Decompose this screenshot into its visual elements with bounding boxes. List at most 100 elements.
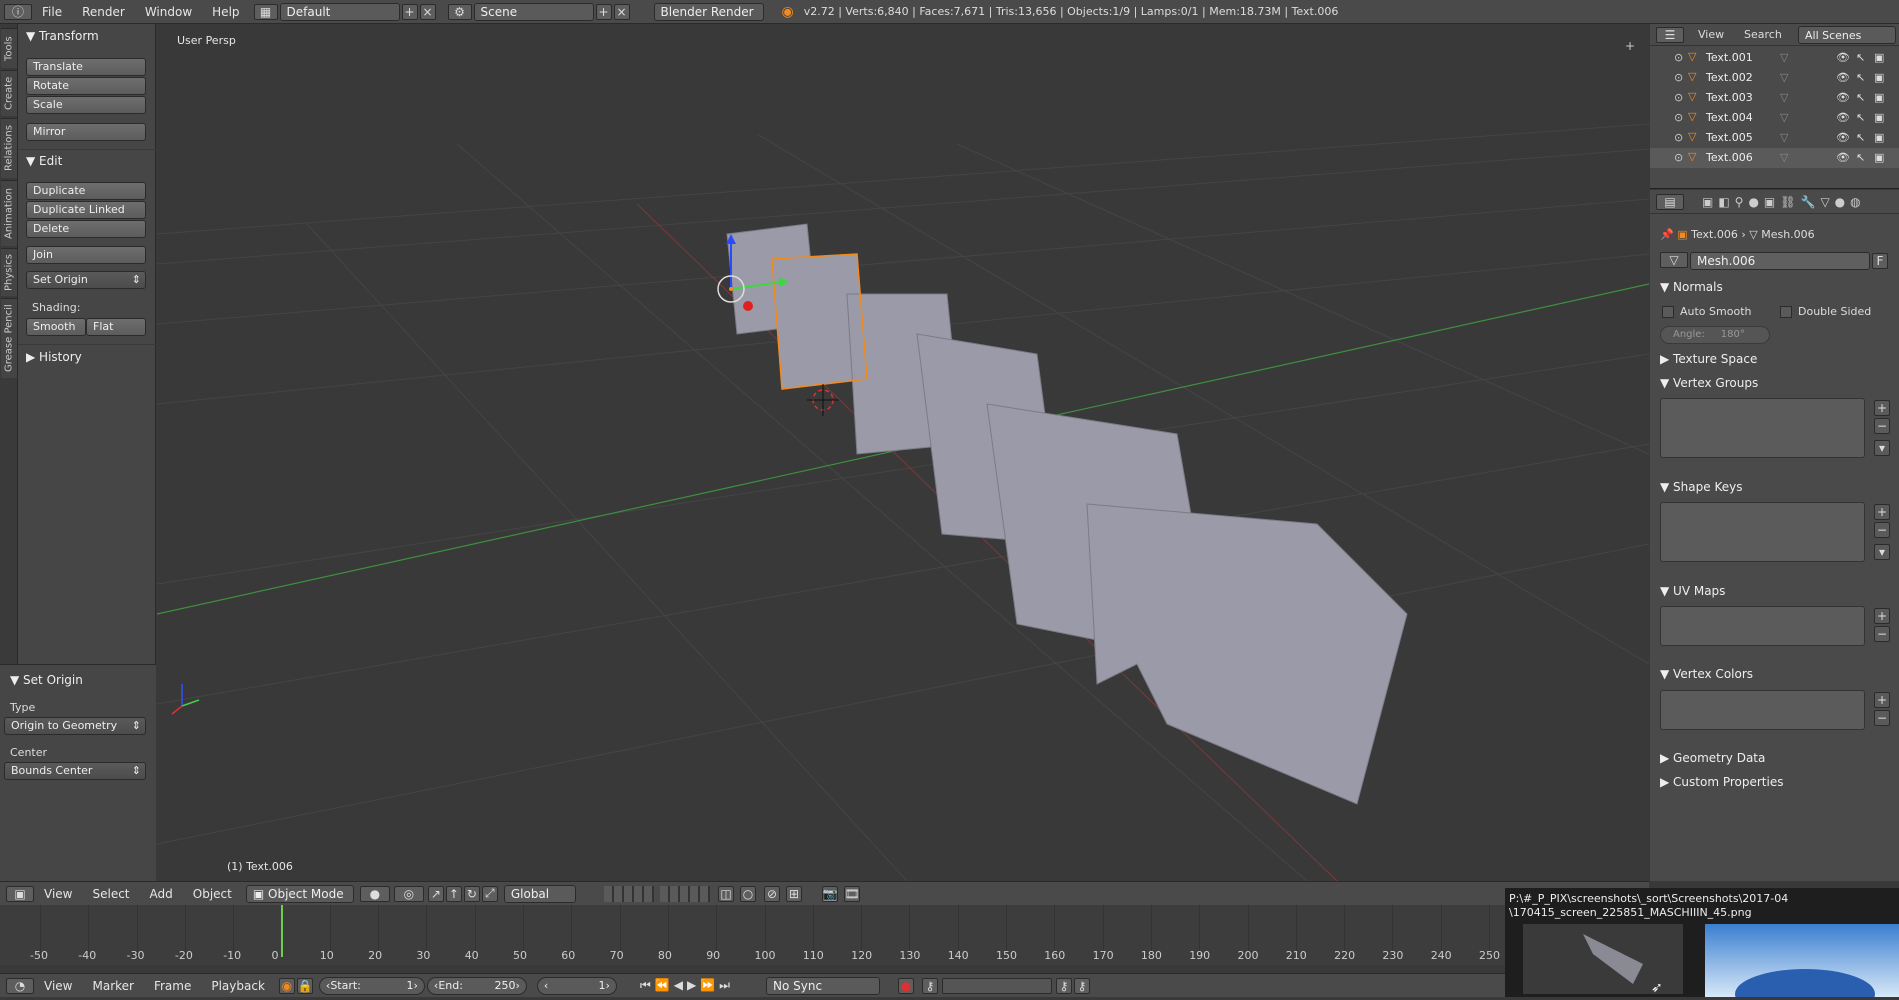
panel-transform-header[interactable]: ▼ Transform [26, 29, 99, 43]
panel-uv-maps-header[interactable]: ▼ UV Maps [1660, 584, 1725, 598]
smooth-button[interactable]: Smooth [26, 318, 86, 336]
mode-select[interactable]: ▣ Object Mode [245, 884, 354, 903]
outliner-menu-search[interactable]: Search [1744, 28, 1782, 41]
expand-icon[interactable]: ⊙ [1674, 131, 1683, 144]
render-camera-icon[interactable]: ▣ [1874, 71, 1884, 84]
current-frame-field[interactable]: ‹ 1 › [536, 976, 617, 995]
remove-layout-icon[interactable]: × [419, 3, 436, 20]
start-frame-field[interactable]: ‹ Start: 1 › [318, 976, 425, 995]
timeline-menu-playback[interactable]: Playback [201, 979, 275, 993]
expand-icon[interactable]: ⊙ [1674, 91, 1683, 104]
rotate-gizmo-icon[interactable]: ↻ [463, 885, 480, 902]
viewport-menu-select[interactable]: Select [82, 887, 139, 901]
outliner-row[interactable]: ⊙ ▽ Text.004 ▽ 👁 ↖ ▣ [1650, 108, 1899, 128]
3d-viewport[interactable]: + User Persp (1) Text.006 [157, 24, 1649, 881]
menu-render[interactable]: Render [72, 5, 135, 19]
mesh-name-field[interactable]: Mesh.006 [1690, 252, 1870, 270]
render-camera-icon[interactable]: ▣ [1874, 91, 1884, 104]
origin-type-select[interactable]: Origin to Geometry ⇕ [4, 717, 146, 735]
outliner-row[interactable]: ⊙ ▽ Text.002 ▽ 👁 ↖ ▣ [1650, 68, 1899, 88]
expand-icon[interactable]: ⊙ [1674, 71, 1683, 84]
tab-grease-pencil[interactable]: Grease Pencil [1, 298, 17, 378]
vertex-group-specials-icon[interactable]: ▾ [1874, 440, 1890, 456]
outliner-row[interactable]: ⊙ ▽ Text.006 ▽ 👁 ↖ ▣ [1650, 148, 1899, 168]
flat-button[interactable]: Flat [86, 318, 146, 336]
viewport-menu-object[interactable]: Object [183, 887, 242, 901]
double-sided-checkbox[interactable] [1780, 306, 1792, 318]
visibility-eye-icon[interactable]: 👁 [1836, 91, 1850, 104]
timeline-editor-icon[interactable]: ◔ [6, 977, 34, 994]
scale-button[interactable]: Scale [26, 96, 146, 114]
record-icon[interactable]: ● [898, 978, 914, 994]
render-camera-icon[interactable]: ▣ [1874, 131, 1884, 144]
select-arrow-icon[interactable]: ↖ [1856, 91, 1865, 104]
panel-shape-keys-header[interactable]: ▼ Shape Keys [1660, 480, 1742, 494]
timeline[interactable]: -50 -40 -30 -20 -10 0 10 20 30 40 50 60 70 80 90 100 110… [0, 905, 1505, 965]
add-scene-icon[interactable]: + [595, 3, 612, 20]
layers-grid[interactable] [604, 886, 654, 902]
add-layout-icon[interactable]: + [401, 3, 418, 20]
end-frame-field[interactable]: ‹ End: 250 › [426, 976, 527, 995]
tab-animation[interactable]: Animation [1, 180, 17, 246]
delete-button[interactable]: Delete [26, 220, 146, 238]
panel-normals-header[interactable]: ▼ Normals [1660, 280, 1723, 294]
add-vertex-group-icon[interactable]: + [1874, 400, 1890, 416]
properties-editor-icon[interactable]: ▤ [1656, 194, 1684, 210]
outliner-editor-icon[interactable]: ☰ [1656, 27, 1684, 43]
shape-key-specials-icon[interactable]: ▾ [1874, 544, 1890, 560]
render-camera-icon[interactable]: ▣ [1874, 51, 1884, 64]
lock-icon[interactable]: 🔒 [296, 977, 313, 994]
expand-icon[interactable]: ⊙ [1674, 51, 1683, 64]
render-icon[interactable]: 📷 [822, 886, 838, 902]
menu-window[interactable]: Window [135, 5, 202, 19]
set-origin-panel-header[interactable]: ▼ Set Origin [10, 673, 83, 687]
viewport-menu-view[interactable]: View [34, 887, 82, 901]
manipulator-icon[interactable]: ↗ [427, 885, 444, 902]
add-shape-key-icon[interactable]: + [1874, 504, 1890, 520]
preview-range-icon[interactable]: ◉ [278, 977, 295, 994]
auto-smooth-checkbox[interactable] [1662, 306, 1674, 318]
expand-icon[interactable]: ⊙ [1674, 111, 1683, 124]
mesh-browse-icon[interactable]: ▽ [1660, 252, 1688, 268]
menu-file[interactable]: File [32, 5, 72, 19]
visibility-eye-icon[interactable]: 👁 [1836, 71, 1850, 84]
panel-geometry-data-header[interactable]: ▶ Geometry Data [1660, 751, 1765, 765]
translate-button[interactable]: Translate [26, 58, 146, 76]
add-vertex-color-icon[interactable]: + [1874, 692, 1890, 708]
proportional-edit-icon[interactable]: ○ [740, 886, 756, 902]
orientation-select[interactable]: Global [503, 884, 576, 903]
add-uv-map-icon[interactable]: + [1874, 608, 1890, 624]
vertex-groups-list[interactable] [1660, 398, 1865, 458]
viewport-menu-add[interactable]: Add [140, 887, 183, 901]
context-tab-icons[interactable]: ▣◧⚲●▣⛓🔧▽●◍ [1702, 195, 1866, 209]
playback-controls-icon[interactable]: ⏮⏪◀▶⏩⏭ [640, 978, 734, 993]
outliner-row[interactable]: ⊙ ▽ Text.001 ▽ 👁 ↖ ▣ [1650, 48, 1899, 68]
pivot-icon[interactable]: ◎ [393, 885, 424, 902]
remove-uv-map-icon[interactable]: − [1874, 626, 1890, 642]
tab-relations[interactable]: Relations [1, 118, 17, 178]
x-gizmo[interactable] [743, 301, 753, 311]
select-arrow-icon[interactable]: ↖ [1856, 111, 1865, 124]
join-button[interactable]: Join [26, 246, 146, 264]
render-anim-icon[interactable]: 🎞 [844, 886, 860, 902]
panel-vertex-colors-header[interactable]: ▼ Vertex Colors [1660, 667, 1753, 681]
menu-help[interactable]: Help [202, 5, 249, 19]
mirror-button[interactable]: Mirror [26, 123, 146, 141]
visibility-eye-icon[interactable]: 👁 [1836, 151, 1850, 164]
remove-shape-key-icon[interactable]: − [1874, 522, 1890, 538]
scene-field[interactable]: Scene [473, 2, 594, 21]
expand-icon[interactable]: ⊙ [1674, 151, 1683, 164]
select-arrow-icon[interactable]: ↖ [1856, 51, 1865, 64]
outliner-filter-select[interactable]: All Scenes [1798, 26, 1896, 44]
select-arrow-icon[interactable]: ↖ [1856, 151, 1865, 164]
snap-element-icon[interactable]: ⊞ [786, 886, 802, 902]
scale-gizmo-icon[interactable]: ⤢ [481, 885, 498, 902]
duplicate-button[interactable]: Duplicate [26, 182, 146, 200]
remove-scene-icon[interactable]: × [613, 3, 630, 20]
editor-type-icon[interactable]: ▣ [6, 885, 34, 902]
keying-set-icon[interactable]: ⚷ [922, 978, 938, 994]
insert-keyframe-icon[interactable]: ⚷ [1056, 978, 1072, 994]
render-camera-icon[interactable]: ▣ [1874, 151, 1884, 164]
tab-tools[interactable]: Tools [1, 28, 17, 68]
vertex-colors-list[interactable] [1660, 690, 1865, 730]
